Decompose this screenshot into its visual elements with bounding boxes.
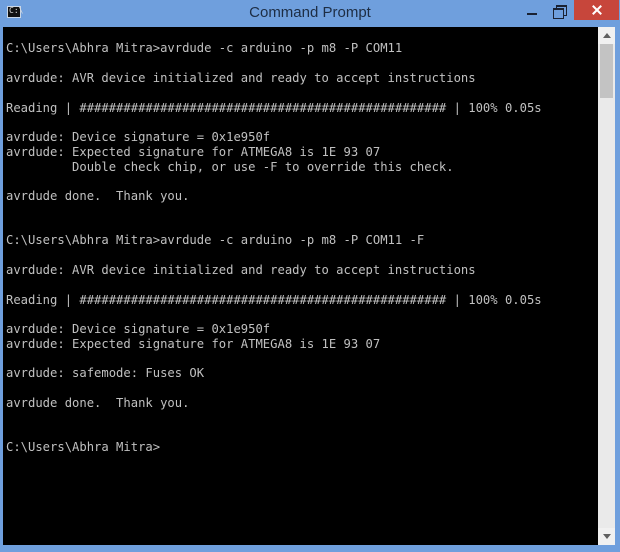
title-bar[interactable]: C:\ Command Prompt (0, 0, 620, 26)
vertical-scrollbar[interactable] (598, 27, 615, 545)
console-line: avrdude: Device signature = 0x1e950f (6, 322, 271, 336)
console-line: Reading | ##############################… (6, 293, 542, 307)
console-line: avrdude done. Thank you. (6, 189, 190, 203)
console-line: avrdude: Expected signature for ATMEGA8 … (6, 337, 381, 351)
console-line: C:\Users\Abhra Mitra>avrdude -c arduino … (6, 233, 425, 247)
scroll-down-icon[interactable] (598, 528, 615, 545)
scroll-up-icon[interactable] (598, 27, 615, 44)
console-line: avrdude: Expected signature for ATMEGA8 … (6, 145, 381, 159)
console-line: avrdude done. Thank you. (6, 396, 190, 410)
console-line: avrdude: Device signature = 0x1e950f (6, 130, 271, 144)
console-output[interactable]: C:\Users\Abhra Mitra>avrdude -c arduino … (3, 27, 598, 545)
console-line: C:\Users\Abhra Mitra>avrdude -c arduino … (6, 41, 403, 55)
window-bottom-border (0, 545, 620, 552)
console-line: Double check chip, or use -F to override… (6, 160, 454, 174)
console-line: avrdude: AVR device initialized and read… (6, 263, 476, 277)
console-line: avrdude: safemode: Fuses OK (6, 366, 205, 380)
close-button[interactable] (574, 0, 619, 20)
restore-button[interactable] (546, 0, 574, 20)
minimize-button[interactable] (518, 0, 546, 20)
console-line: Reading | ##############################… (6, 101, 542, 115)
scrollbar-thumb[interactable] (600, 44, 613, 98)
console-prompt: C:\Users\Abhra Mitra> (6, 440, 161, 454)
console-line: avrdude: AVR device initialized and read… (6, 71, 476, 85)
command-prompt-window: C:\ Command Prompt C:\Users\Abhra Mitra>… (0, 0, 620, 552)
